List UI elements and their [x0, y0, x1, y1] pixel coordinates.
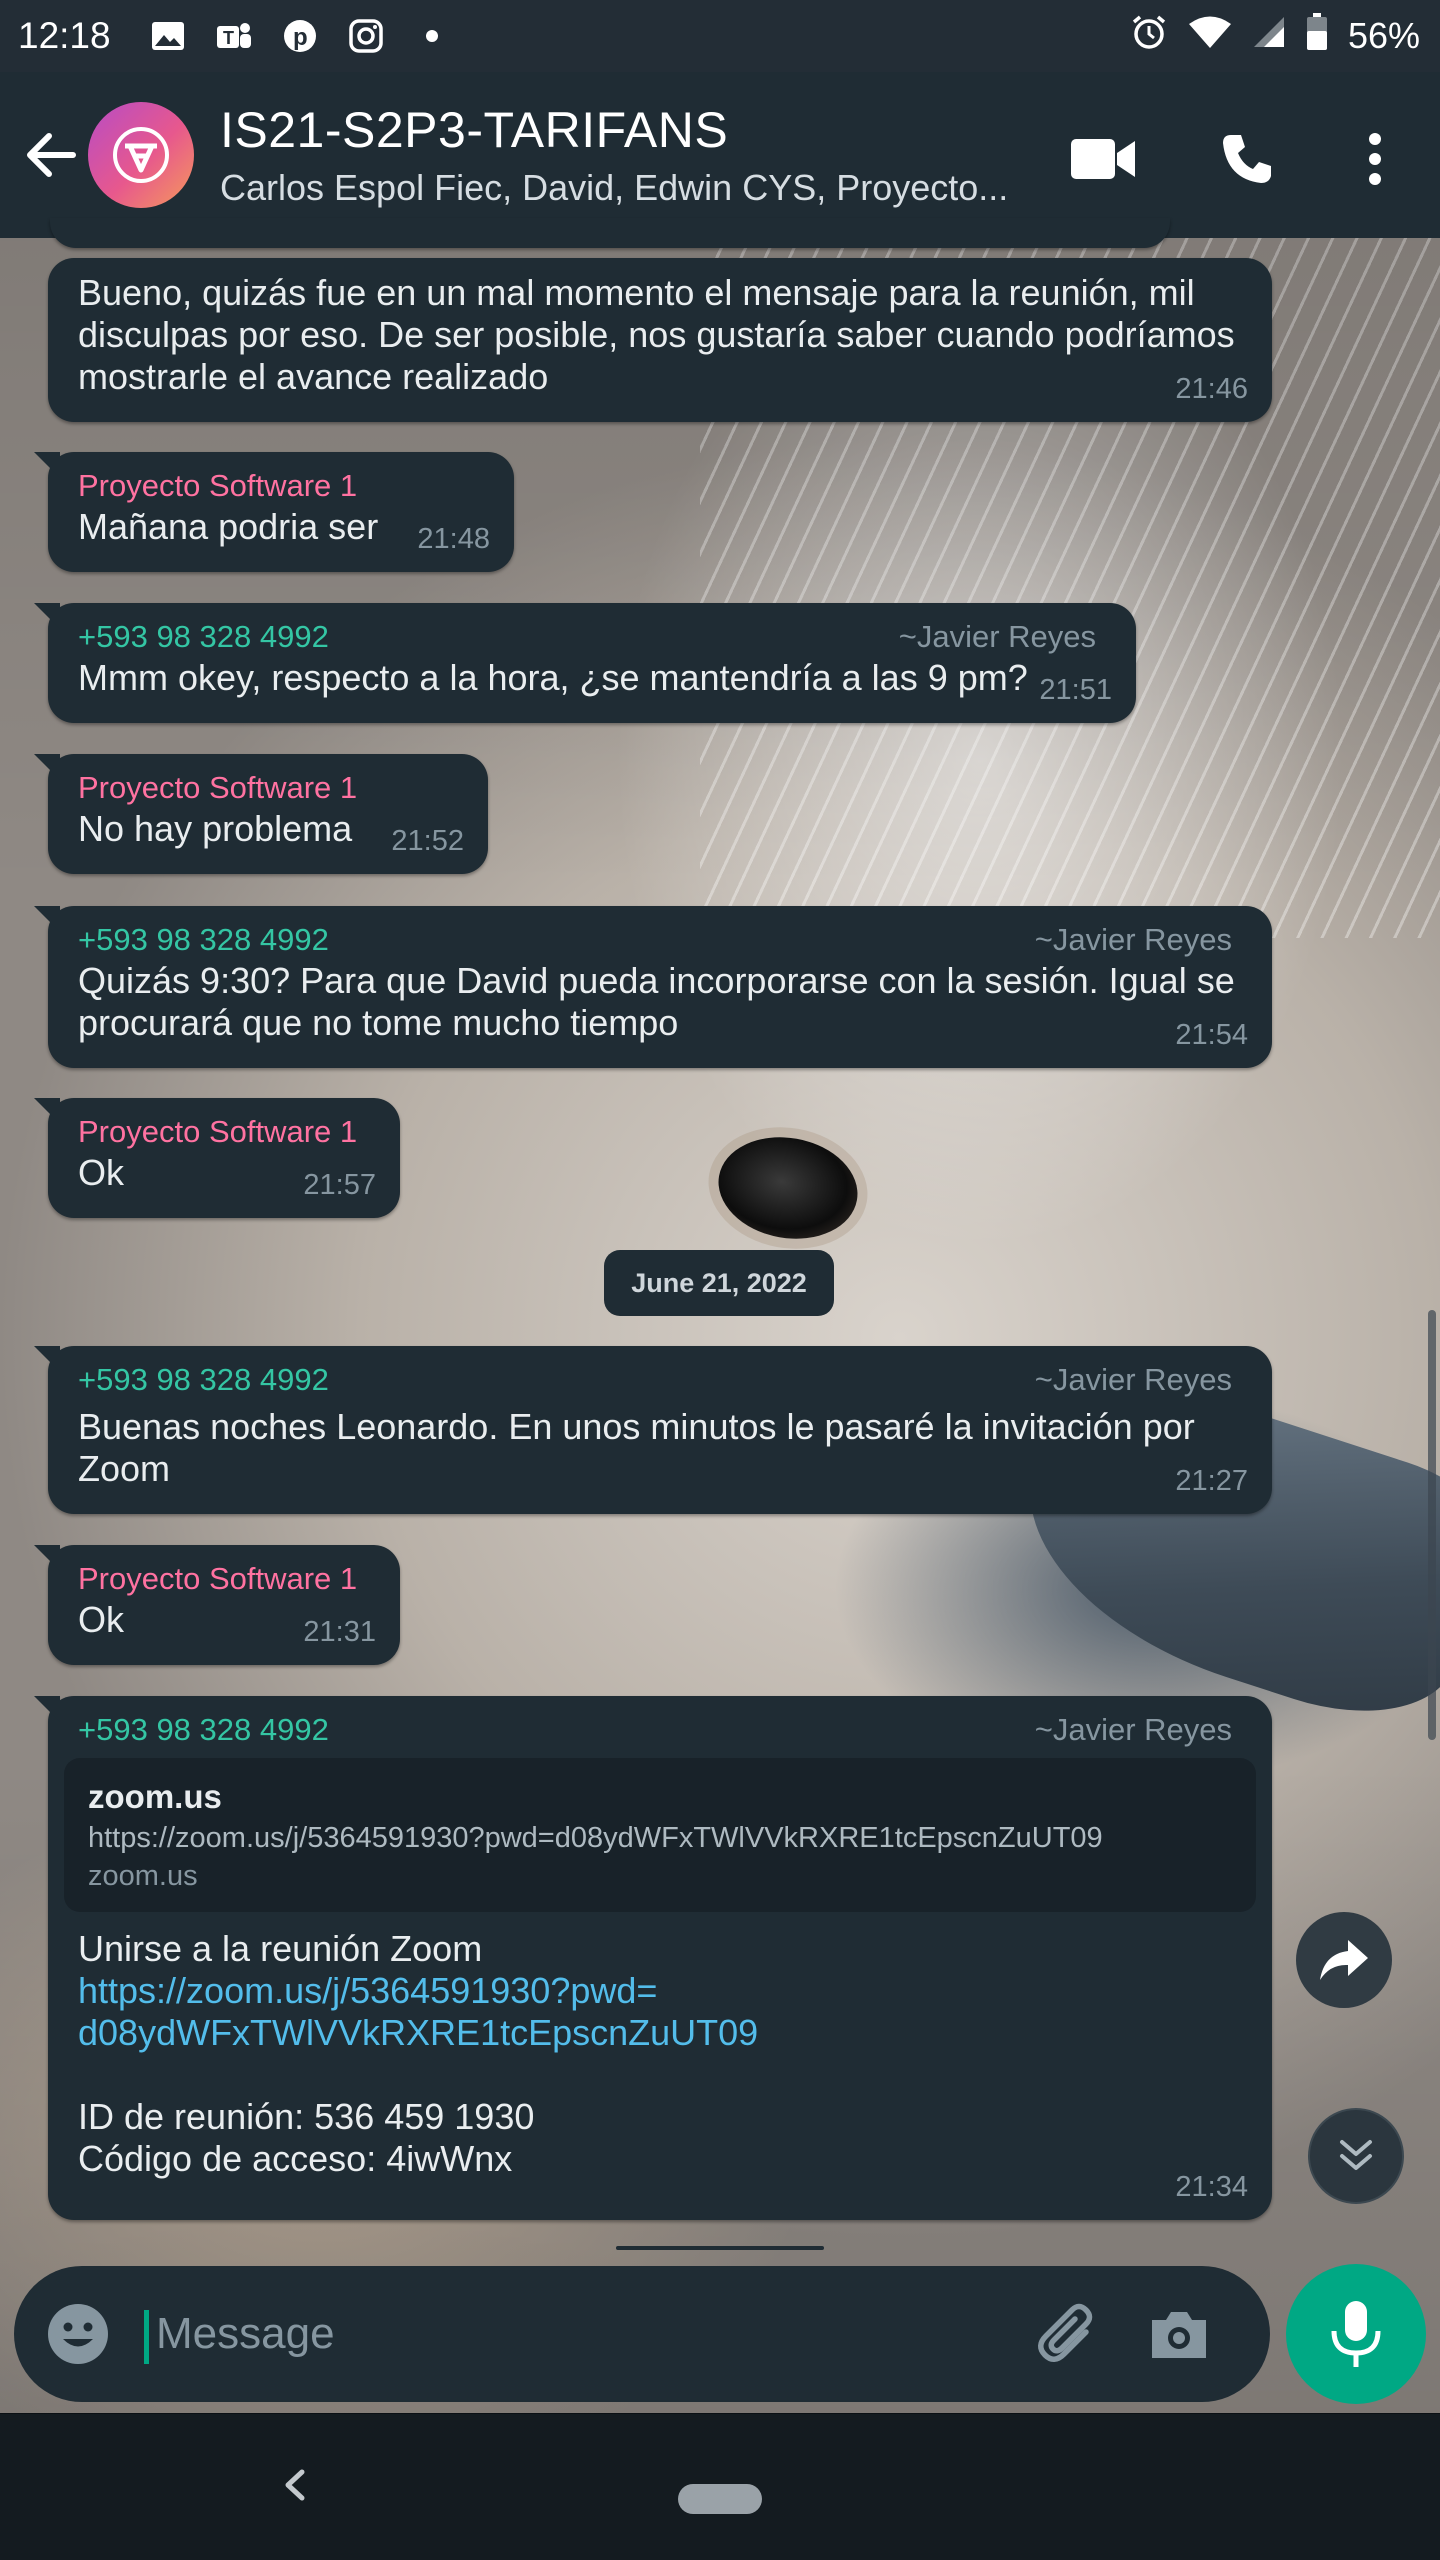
message-time: 21:51 [1039, 674, 1112, 706]
message-time: 21:52 [391, 825, 464, 857]
paperclip-icon[interactable] [1034, 2300, 1104, 2370]
system-status: 56% [1130, 12, 1420, 60]
chat-members: Carlos Espol Fiec, David, Edwin CYS, Pro… [220, 167, 1009, 208]
previous-message-bubble[interactable] [50, 218, 1170, 248]
gallery-icon [149, 17, 187, 55]
chat-info[interactable]: IS21-S2P3-TARIFANS Carlos Espol Fiec, Da… [220, 101, 1070, 209]
group-logo-icon [113, 127, 169, 183]
link-preview-url: https://zoom.us/j/5364591930?pwd=d08ydWF… [88, 1822, 1103, 1854]
message-text: Mmm okey, respecto a la hora, ¿se manten… [78, 657, 1028, 698]
svg-text:T: T [223, 28, 234, 48]
message-time: 21:27 [1175, 1465, 1248, 1497]
message-text: Buenas noches Leonardo. En unos minutos … [78, 1406, 1205, 1489]
phone-icon[interactable] [1212, 124, 1282, 194]
dot-icon [413, 17, 451, 55]
signal-icon [1252, 15, 1286, 58]
link-preview[interactable]: zoom.us https://zoom.us/j/5364591930?pwd… [64, 1758, 1256, 1912]
battery-icon [1306, 12, 1328, 60]
forward-icon [1320, 1940, 1368, 1980]
instagram-icon [347, 17, 385, 55]
scrollbar[interactable] [1428, 1310, 1436, 1740]
camera-icon[interactable] [1144, 2300, 1214, 2370]
svg-text:p: p [293, 24, 308, 51]
message-bubble[interactable]: +593 98 328 4992 ~Javier Reyes Buenas no… [34, 1346, 1272, 1514]
message-sender[interactable]: Proyecto Software 1 [78, 1112, 374, 1152]
chat-header: IS21-S2P3-TARIFANS Carlos Espol Fiec, Da… [0, 72, 1440, 238]
nav-back-icon[interactable] [270, 2460, 320, 2510]
link-preview-domain: zoom.us [88, 1860, 198, 1892]
message-bubble[interactable]: Proyecto Software 1 Mañana podria ser 21… [34, 452, 514, 572]
message-time: 21:34 [1175, 2171, 1248, 2203]
meeting-id: ID de reunión: 536 459 1930 [78, 2096, 535, 2137]
sender-alias: ~Javier Reyes [898, 619, 1096, 654]
message-time: 21:57 [303, 1169, 376, 1201]
message-composer [14, 2266, 1270, 2402]
video-call-icon[interactable] [1068, 124, 1138, 194]
scroll-to-bottom-button[interactable] [1308, 2108, 1404, 2204]
access-code: Código de acceso: 4iwWnx [78, 2138, 513, 2179]
message-bubble[interactable]: +593 98 328 4992 ~Javier Reyes zoom.us h… [34, 1696, 1272, 2220]
message-sender[interactable]: Proyecto Software 1 [78, 768, 462, 808]
message-bubble[interactable]: Proyecto Software 1 Ok 21:31 [34, 1545, 400, 1665]
message-sender[interactable]: Proyecto Software 1 [78, 466, 488, 506]
forward-button[interactable] [1296, 1912, 1392, 2008]
group-avatar[interactable] [88, 102, 194, 208]
wifi-icon [1188, 15, 1232, 58]
alarm-icon [1130, 13, 1168, 60]
message-time: 21:31 [303, 1616, 376, 1648]
sender-alias: ~Javier Reyes [1034, 922, 1232, 957]
message-sender[interactable]: Proyecto Software 1 [78, 1559, 374, 1599]
battery-percent: 56% [1347, 15, 1420, 56]
more-options-icon[interactable] [1340, 124, 1410, 194]
meeting-link[interactable]: https://zoom.us/j/5364591930?pwd= d08ydW… [78, 1970, 1246, 2054]
message-input[interactable] [150, 2296, 1002, 2372]
meeting-link-line1: https://zoom.us/j/5364591930?pwd= [78, 1970, 658, 2011]
back-arrow-icon[interactable] [18, 123, 82, 187]
message-time: 21:48 [417, 523, 490, 555]
microphone-icon [1331, 2301, 1381, 2367]
link-preview-title: zoom.us [88, 1778, 222, 1815]
scroll-indicator [616, 2246, 824, 2250]
message-text: Unirse a la reunión Zoom [78, 1928, 483, 1969]
emoji-icon[interactable] [44, 2300, 112, 2368]
message-bubble[interactable]: Proyecto Software 1 No hay problema 21:5… [34, 754, 488, 874]
message-time: 21:54 [1175, 1019, 1248, 1051]
double-chevron-down-icon [1340, 2140, 1372, 2170]
notification-icons: T p [149, 17, 451, 55]
text-cursor [144, 2310, 149, 2364]
message-bubble[interactable]: Bueno, quizás fue en un mal momento el m… [48, 258, 1272, 422]
message-bubble[interactable]: +593 98 328 4992 ~Javier Reyes Quizás 9:… [34, 906, 1272, 1068]
sender-alias: ~Javier Reyes [1034, 1712, 1232, 1747]
message-time: 21:46 [1175, 373, 1248, 405]
pinterest-icon: p [281, 17, 319, 55]
nav-home-pill[interactable] [678, 2484, 762, 2514]
date-separator: June 21, 2022 [604, 1250, 834, 1316]
message-bubble[interactable]: +593 98 328 4992 ~Javier Reyes Mmm okey,… [34, 603, 1136, 723]
message-bubble[interactable]: Proyecto Software 1 Ok 21:57 [34, 1098, 400, 1218]
voice-message-button[interactable] [1286, 2264, 1426, 2404]
meeting-link-line2: d08ydWFxTWlVVkRXRE1tcEpscnZuUT09 [78, 2012, 759, 2053]
status-bar: 12:18 T p 56% [0, 0, 1440, 72]
chat-title: IS21-S2P3-TARIFANS [220, 102, 729, 158]
teams-icon: T [215, 17, 253, 55]
sender-alias: ~Javier Reyes [1034, 1362, 1232, 1397]
clock: 12:18 [18, 15, 111, 56]
message-text: Quizás 9:30? Para que David pueda incorp… [78, 960, 1245, 1043]
message-text: Bueno, quizás fue en un mal momento el m… [78, 272, 1245, 397]
